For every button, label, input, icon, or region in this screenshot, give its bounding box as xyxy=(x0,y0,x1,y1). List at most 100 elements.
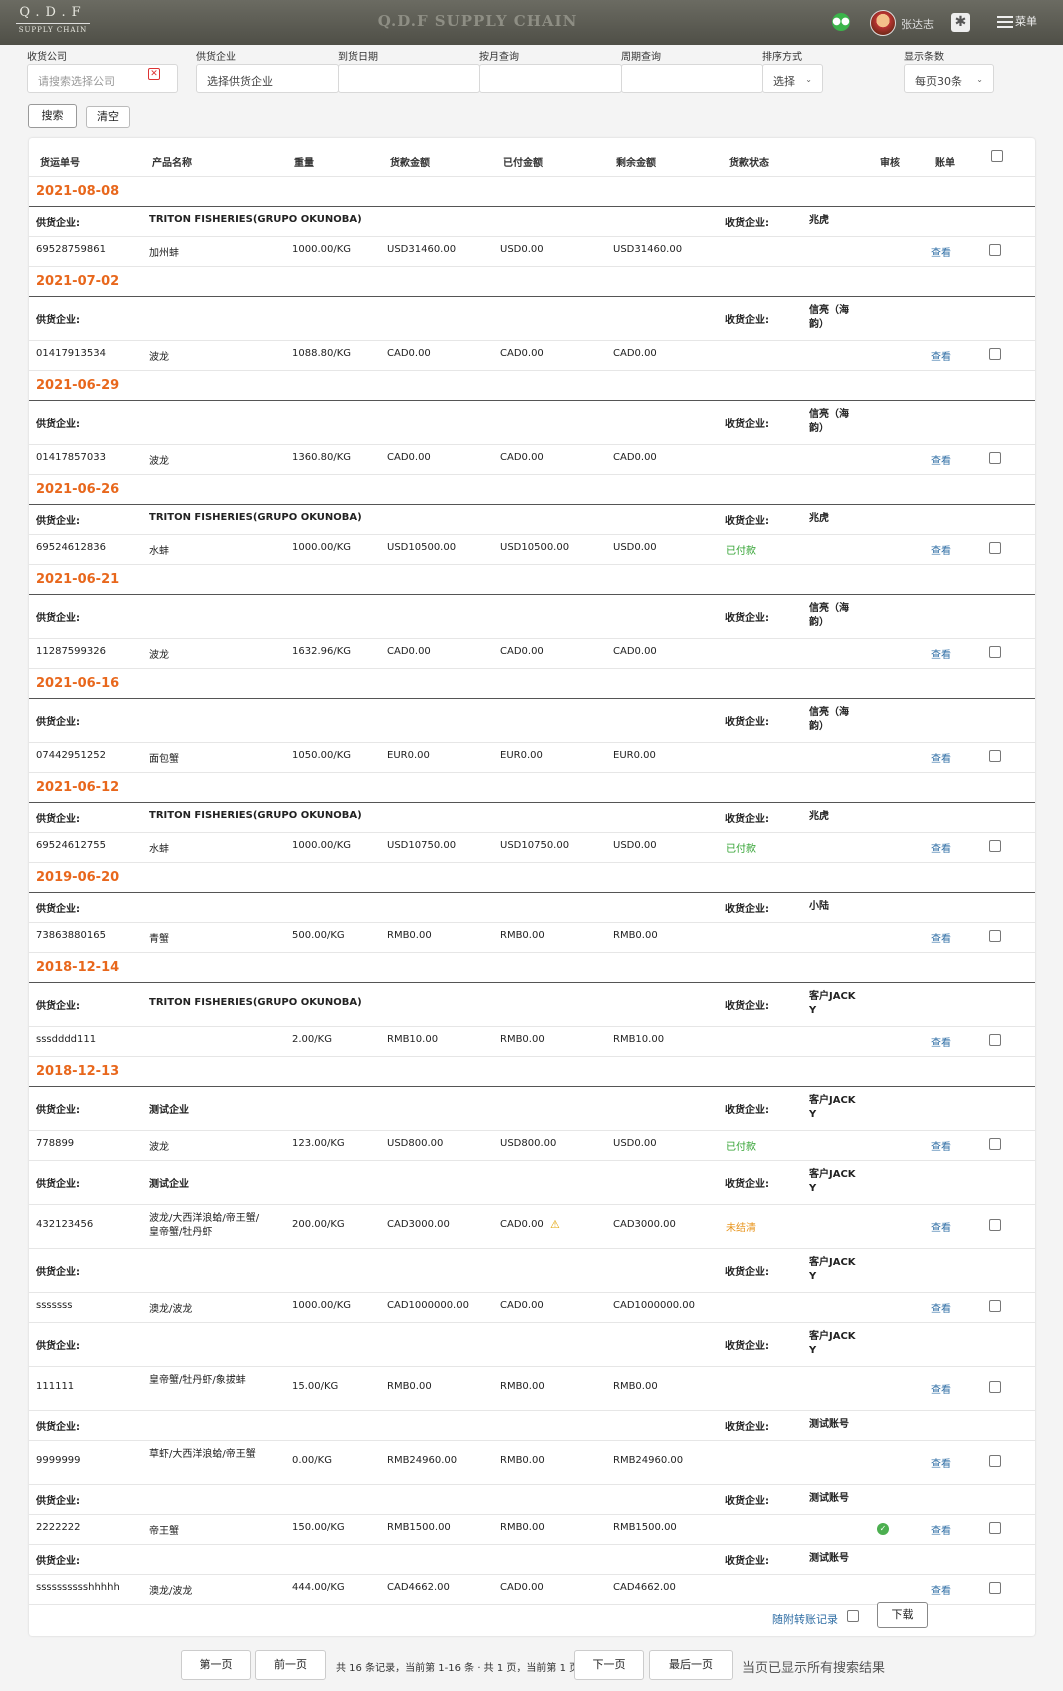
view-bill-link[interactable]: 查看 xyxy=(931,840,951,855)
row-checkbox[interactable] xyxy=(989,930,1001,942)
remaining-amount: USD31460.00 xyxy=(613,244,683,255)
supplier-label: 供货企业: xyxy=(36,315,80,326)
row-checkbox[interactable] xyxy=(989,1381,1001,1393)
row-checkbox[interactable] xyxy=(989,1300,1001,1312)
view-bill-link[interactable]: 查看 xyxy=(931,1300,951,1315)
arrival-date-input[interactable] xyxy=(338,64,480,93)
view-bill-link[interactable]: 查看 xyxy=(931,1138,951,1153)
weight: 0.00/KG xyxy=(292,1455,332,1466)
remaining-amount: USD0.00 xyxy=(613,542,657,553)
receiver-label: 收货企业: xyxy=(725,516,769,527)
transfer-record-checkbox[interactable] xyxy=(847,1610,859,1622)
view-bill-link[interactable]: 查看 xyxy=(931,1522,951,1537)
view-bill-link[interactable]: 查看 xyxy=(931,1582,951,1597)
receiver-label: 收货企业: xyxy=(725,1496,769,1507)
period-query-input[interactable] xyxy=(621,64,763,93)
row-divider xyxy=(29,638,1035,639)
remaining-amount: EUR0.00 xyxy=(613,750,656,761)
clear-button[interactable]: 清空 xyxy=(86,106,130,128)
menu-button[interactable]: 菜单 xyxy=(997,13,1037,31)
supplier-select[interactable]: 选择供货企业 xyxy=(196,64,339,93)
product-name: 波龙 xyxy=(149,650,169,661)
approved-check-icon: ✓ xyxy=(877,1523,889,1535)
gear-icon[interactable]: ✱ xyxy=(951,13,970,32)
sort-select[interactable]: 选择 ⌄ xyxy=(762,64,823,93)
view-bill-link[interactable]: 查看 xyxy=(931,452,951,467)
receiver-name: 兆虎 xyxy=(809,811,829,822)
view-bill-link[interactable]: 查看 xyxy=(931,1455,951,1470)
wechat-icon[interactable]: ●● xyxy=(832,13,850,31)
supplier-label: 供货企业: xyxy=(36,1422,80,1433)
shipment-number: 432123456 xyxy=(36,1219,94,1230)
remaining-amount: USD0.00 xyxy=(613,1138,657,1149)
page-size-select[interactable]: 每页30条 ⌄ xyxy=(904,64,994,93)
row-checkbox[interactable] xyxy=(989,1522,1001,1534)
row-checkbox[interactable] xyxy=(989,542,1001,554)
user-name[interactable]: 张达志 xyxy=(901,16,934,32)
row-divider xyxy=(29,1574,1035,1575)
supplier-name: TRITON FISHERIES(GRUPO OKUNOBA) xyxy=(149,512,362,523)
view-bill-link[interactable]: 查看 xyxy=(931,542,951,557)
download-button[interactable]: 下载 xyxy=(877,1602,928,1628)
receiver-label: 收货企业: xyxy=(725,315,769,326)
row-checkbox[interactable] xyxy=(989,750,1001,762)
receiver-label: 收货公司 xyxy=(27,52,67,63)
first-page-button[interactable]: 第一页 xyxy=(181,1650,251,1680)
view-bill-link[interactable]: 查看 xyxy=(931,244,951,259)
search-button[interactable]: 搜索 xyxy=(28,104,77,128)
weight: 200.00/KG xyxy=(292,1219,345,1230)
last-page-button[interactable]: 最后一页 xyxy=(649,1650,733,1680)
paid-amount: USD10500.00 xyxy=(500,542,570,553)
supplier-label: 供货企业: xyxy=(36,904,80,915)
remaining-amount: RMB0.00 xyxy=(613,1381,658,1392)
month-query-input[interactable] xyxy=(479,64,622,93)
row-checkbox[interactable] xyxy=(989,1219,1001,1231)
view-bill-link[interactable]: 查看 xyxy=(931,646,951,661)
paid-amount: CAD0.00 xyxy=(500,348,544,359)
row-checkbox[interactable] xyxy=(989,1034,1001,1046)
remaining-amount: CAD0.00 xyxy=(613,452,657,463)
paid-amount: CAD0.00 xyxy=(500,1582,544,1593)
row-checkbox[interactable] xyxy=(989,1455,1001,1467)
view-bill-link[interactable]: 查看 xyxy=(931,1381,951,1396)
row-checkbox[interactable] xyxy=(989,840,1001,852)
receiver-label: 收货企业: xyxy=(725,1556,769,1567)
row-checkbox[interactable] xyxy=(989,1138,1001,1150)
row-checkbox[interactable] xyxy=(989,452,1001,464)
product-name: 面包蟹 xyxy=(149,754,179,765)
row-checkbox[interactable] xyxy=(989,348,1001,360)
row-divider xyxy=(29,594,1035,595)
supplier-name: TRITON FISHERIES(GRUPO OKUNOBA) xyxy=(149,214,362,225)
receiver-name: 测试账号 xyxy=(809,1419,849,1430)
row-divider xyxy=(29,1544,1035,1545)
row-divider xyxy=(29,534,1035,535)
remaining-amount: RMB1500.00 xyxy=(613,1522,677,1533)
row-checkbox[interactable] xyxy=(989,244,1001,256)
column-header: 产品名称 xyxy=(152,158,192,169)
row-checkbox[interactable] xyxy=(989,1582,1001,1594)
row-checkbox[interactable] xyxy=(989,646,1001,658)
receiver-name: 信亮（海韵） xyxy=(809,305,849,330)
avatar[interactable] xyxy=(870,10,896,36)
row-divider xyxy=(29,236,1035,237)
view-bill-link[interactable]: 查看 xyxy=(931,1034,951,1049)
weight: 1000.00/KG xyxy=(292,1300,352,1311)
row-divider xyxy=(29,444,1035,445)
prev-page-button[interactable]: 前一页 xyxy=(255,1650,326,1680)
next-page-button[interactable]: 下一页 xyxy=(574,1650,644,1680)
view-bill-link[interactable]: 查看 xyxy=(931,348,951,363)
supplier-label: 供货企业: xyxy=(36,1001,80,1012)
receiver-name: 信亮（海韵） xyxy=(809,707,849,732)
view-bill-link[interactable]: 查看 xyxy=(931,930,951,945)
view-bill-link[interactable]: 查看 xyxy=(931,1219,951,1234)
view-bill-link[interactable]: 查看 xyxy=(931,750,951,765)
receiver-label: 收货企业: xyxy=(725,1001,769,1012)
weight: 123.00/KG xyxy=(292,1138,345,1149)
select-all-checkbox[interactable] xyxy=(991,150,1003,162)
top-bar: Q.D.F SUPPLY CHAIN Q.D.F SUPPLY CHAIN ●●… xyxy=(0,0,1063,45)
clear-icon[interactable]: ✕ xyxy=(148,68,160,80)
supplier-label: 供货企业: xyxy=(36,419,80,430)
product-name: 帝王蟹 xyxy=(149,1526,179,1537)
weight: 150.00/KG xyxy=(292,1522,345,1533)
column-header: 剩余金额 xyxy=(616,158,656,169)
